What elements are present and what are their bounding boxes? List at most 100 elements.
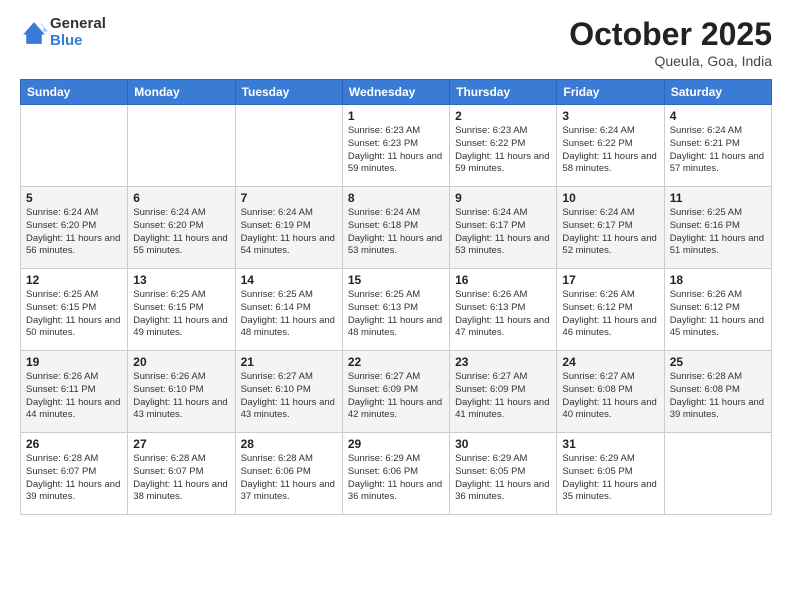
calendar-cell bbox=[21, 105, 128, 187]
day-number: 7 bbox=[241, 191, 337, 205]
day-number: 24 bbox=[562, 355, 658, 369]
day-number: 13 bbox=[133, 273, 229, 287]
calendar-cell: 30Sunrise: 6:29 AM Sunset: 6:05 PM Dayli… bbox=[450, 433, 557, 515]
day-number: 14 bbox=[241, 273, 337, 287]
day-info: Sunrise: 6:28 AM Sunset: 6:07 PM Dayligh… bbox=[26, 453, 122, 504]
day-info: Sunrise: 6:24 AM Sunset: 6:17 PM Dayligh… bbox=[455, 207, 551, 258]
day-info: Sunrise: 6:26 AM Sunset: 6:10 PM Dayligh… bbox=[133, 371, 229, 422]
header: General Blue October 2025 Queula, Goa, I… bbox=[20, 16, 772, 69]
day-number: 12 bbox=[26, 273, 122, 287]
day-number: 27 bbox=[133, 437, 229, 451]
calendar-cell: 19 Sunrise: 6:26 AM Sunset: 6:11 PM Dayli… bbox=[21, 351, 128, 433]
day-number: 31 bbox=[562, 437, 658, 451]
col-tuesday: Tuesday bbox=[235, 80, 342, 105]
day-info: Sunrise: 6:27 AM Sunset: 6:10 PM Dayligh… bbox=[241, 371, 337, 422]
day-info: Sunrise: 6:24 AM Sunset: 6:18 PM Dayligh… bbox=[348, 207, 444, 258]
day-info: Sunrise: 6:25 AM Sunset: 6:13 PM Dayligh… bbox=[348, 289, 444, 340]
calendar-cell: 28 Sunrise: 6:28 AM Sunset: 6:06 PM Dayli… bbox=[235, 433, 342, 515]
calendar-cell bbox=[664, 433, 771, 515]
day-number: 3 bbox=[562, 109, 658, 123]
day-info: Sunrise: 6:24 AM Sunset: 6:20 PM Dayligh… bbox=[133, 207, 229, 258]
calendar-week-2: 5 Sunrise: 6:24 AM Sunset: 6:20 PM Daylig… bbox=[21, 187, 772, 269]
day-number: 9 bbox=[455, 191, 551, 205]
day-number: 16 bbox=[455, 273, 551, 287]
logo-blue-text: Blue bbox=[50, 33, 106, 50]
logo: General Blue bbox=[20, 16, 106, 49]
logo-text: General Blue bbox=[50, 16, 106, 49]
day-number: 1 bbox=[348, 109, 444, 123]
calendar-cell: 27 Sunrise: 6:28 AM Sunset: 6:07 PM Dayli… bbox=[128, 433, 235, 515]
calendar-cell: 7 Sunrise: 6:24 AM Sunset: 6:19 PM Daylig… bbox=[235, 187, 342, 269]
calendar-week-4: 19 Sunrise: 6:26 AM Sunset: 6:11 PM Dayli… bbox=[21, 351, 772, 433]
calendar-cell: 3Sunrise: 6:24 AM Sunset: 6:22 PM Daylig… bbox=[557, 105, 664, 187]
calendar-cell: 21 Sunrise: 6:27 AM Sunset: 6:10 PM Dayli… bbox=[235, 351, 342, 433]
calendar-cell: 22 Sunrise: 6:27 AM Sunset: 6:09 PM Dayli… bbox=[342, 351, 449, 433]
calendar-cell: 24 Sunrise: 6:27 AM Sunset: 6:08 PM Dayli… bbox=[557, 351, 664, 433]
day-info: Sunrise: 6:26 AM Sunset: 6:12 PM Dayligh… bbox=[562, 289, 658, 340]
calendar-cell: 15Sunrise: 6:25 AM Sunset: 6:13 PM Dayli… bbox=[342, 269, 449, 351]
day-number: 29 bbox=[348, 437, 444, 451]
calendar-week-5: 26Sunrise: 6:28 AM Sunset: 6:07 PM Dayli… bbox=[21, 433, 772, 515]
calendar-cell bbox=[128, 105, 235, 187]
day-number: 22 bbox=[348, 355, 444, 369]
day-info: Sunrise: 6:28 AM Sunset: 6:06 PM Dayligh… bbox=[241, 453, 337, 504]
day-number: 5 bbox=[26, 191, 122, 205]
calendar-cell: 18Sunrise: 6:26 AM Sunset: 6:12 PM Dayli… bbox=[664, 269, 771, 351]
day-info: Sunrise: 6:28 AM Sunset: 6:08 PM Dayligh… bbox=[670, 371, 766, 422]
calendar-cell: 26Sunrise: 6:28 AM Sunset: 6:07 PM Dayli… bbox=[21, 433, 128, 515]
calendar-cell bbox=[235, 105, 342, 187]
day-info: Sunrise: 6:25 AM Sunset: 6:15 PM Dayligh… bbox=[133, 289, 229, 340]
col-thursday: Thursday bbox=[450, 80, 557, 105]
day-info: Sunrise: 6:24 AM Sunset: 6:21 PM Dayligh… bbox=[670, 125, 766, 176]
month-title: October 2025 bbox=[569, 16, 772, 53]
day-number: 30 bbox=[455, 437, 551, 451]
day-number: 8 bbox=[348, 191, 444, 205]
col-friday: Friday bbox=[557, 80, 664, 105]
title-block: October 2025 Queula, Goa, India bbox=[569, 16, 772, 69]
day-info: Sunrise: 6:24 AM Sunset: 6:20 PM Dayligh… bbox=[26, 207, 122, 258]
day-number: 20 bbox=[133, 355, 229, 369]
calendar-cell: 29 Sunrise: 6:29 AM Sunset: 6:06 PM Dayli… bbox=[342, 433, 449, 515]
calendar-cell: 17 Sunrise: 6:26 AM Sunset: 6:12 PM Dayli… bbox=[557, 269, 664, 351]
day-number: 4 bbox=[670, 109, 766, 123]
day-number: 2 bbox=[455, 109, 551, 123]
day-info: Sunrise: 6:24 AM Sunset: 6:17 PM Dayligh… bbox=[562, 207, 658, 258]
calendar-week-1: 1Sunrise: 6:23 AM Sunset: 6:23 PM Daylig… bbox=[21, 105, 772, 187]
day-info: Sunrise: 6:28 AM Sunset: 6:07 PM Dayligh… bbox=[133, 453, 229, 504]
day-number: 19 bbox=[26, 355, 122, 369]
day-info: Sunrise: 6:23 AM Sunset: 6:22 PM Dayligh… bbox=[455, 125, 551, 176]
calendar-cell: 13 Sunrise: 6:25 AM Sunset: 6:15 PM Dayli… bbox=[128, 269, 235, 351]
calendar-cell: 20 Sunrise: 6:26 AM Sunset: 6:10 PM Dayli… bbox=[128, 351, 235, 433]
calendar-cell: 25Sunrise: 6:28 AM Sunset: 6:08 PM Dayli… bbox=[664, 351, 771, 433]
col-monday: Monday bbox=[128, 80, 235, 105]
day-info: Sunrise: 6:24 AM Sunset: 6:19 PM Dayligh… bbox=[241, 207, 337, 258]
col-sunday: Sunday bbox=[21, 80, 128, 105]
day-info: Sunrise: 6:27 AM Sunset: 6:08 PM Dayligh… bbox=[562, 371, 658, 422]
day-number: 21 bbox=[241, 355, 337, 369]
calendar-cell: 2 Sunrise: 6:23 AM Sunset: 6:22 PM Daylig… bbox=[450, 105, 557, 187]
logo-icon bbox=[20, 19, 48, 47]
day-info: Sunrise: 6:26 AM Sunset: 6:13 PM Dayligh… bbox=[455, 289, 551, 340]
calendar-cell: 4 Sunrise: 6:24 AM Sunset: 6:21 PM Daylig… bbox=[664, 105, 771, 187]
day-info: Sunrise: 6:26 AM Sunset: 6:11 PM Dayligh… bbox=[26, 371, 122, 422]
day-info: Sunrise: 6:29 AM Sunset: 6:06 PM Dayligh… bbox=[348, 453, 444, 504]
day-info: Sunrise: 6:26 AM Sunset: 6:12 PM Dayligh… bbox=[670, 289, 766, 340]
day-info: Sunrise: 6:25 AM Sunset: 6:15 PM Dayligh… bbox=[26, 289, 122, 340]
calendar-cell: 9 Sunrise: 6:24 AM Sunset: 6:17 PM Daylig… bbox=[450, 187, 557, 269]
day-info: Sunrise: 6:29 AM Sunset: 6:05 PM Dayligh… bbox=[562, 453, 658, 504]
calendar-cell: 23Sunrise: 6:27 AM Sunset: 6:09 PM Dayli… bbox=[450, 351, 557, 433]
calendar-cell: 10 Sunrise: 6:24 AM Sunset: 6:17 PM Dayli… bbox=[557, 187, 664, 269]
day-info: Sunrise: 6:27 AM Sunset: 6:09 PM Dayligh… bbox=[348, 371, 444, 422]
day-number: 10 bbox=[562, 191, 658, 205]
day-number: 28 bbox=[241, 437, 337, 451]
day-number: 17 bbox=[562, 273, 658, 287]
calendar-header-row: Sunday Monday Tuesday Wednesday Thursday… bbox=[21, 80, 772, 105]
day-number: 11 bbox=[670, 191, 766, 205]
location: Queula, Goa, India bbox=[569, 53, 772, 69]
day-info: Sunrise: 6:27 AM Sunset: 6:09 PM Dayligh… bbox=[455, 371, 551, 422]
calendar-cell: 14Sunrise: 6:25 AM Sunset: 6:14 PM Dayli… bbox=[235, 269, 342, 351]
calendar-cell: 31 Sunrise: 6:29 AM Sunset: 6:05 PM Dayli… bbox=[557, 433, 664, 515]
day-info: Sunrise: 6:25 AM Sunset: 6:16 PM Dayligh… bbox=[670, 207, 766, 258]
calendar-table: Sunday Monday Tuesday Wednesday Thursday… bbox=[20, 79, 772, 515]
day-number: 6 bbox=[133, 191, 229, 205]
